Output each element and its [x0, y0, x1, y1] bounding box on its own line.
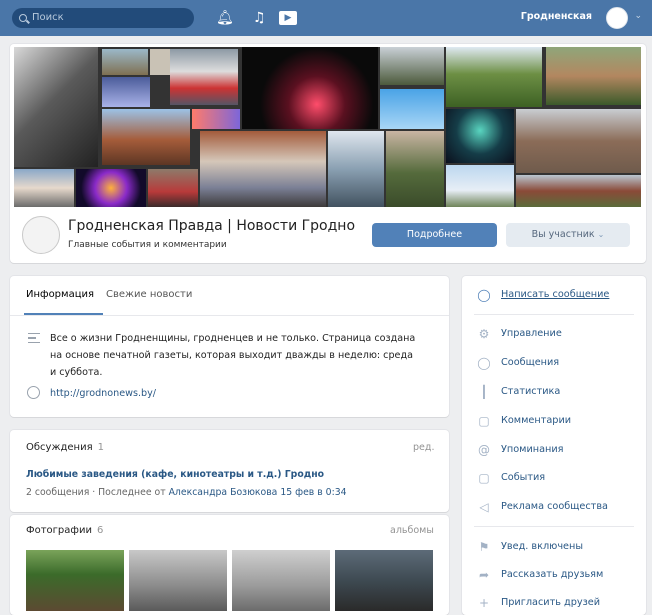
message-icon: ◯: [477, 356, 491, 370]
tab-fresh-news[interactable]: Свежие новости: [106, 289, 192, 300]
edit-link[interactable]: ред.: [413, 442, 434, 453]
search-icon: [19, 14, 27, 22]
group-description: Все о жизни Гродненщины, гродненцев и не…: [50, 333, 416, 378]
sidebar-item-label: Упоминания: [501, 444, 564, 455]
albums-link[interactable]: альбомы: [390, 525, 434, 536]
active-tab-indicator: [24, 313, 103, 315]
photos-title: Фотографии: [26, 525, 92, 536]
sidebar-item-label: Сообщения: [501, 357, 560, 368]
megaphone-icon: ◁: [479, 500, 489, 514]
sidebar-item-label: Комментарии: [501, 415, 572, 426]
sidebar-item-label: События: [501, 472, 546, 483]
at-icon: @: [478, 443, 490, 457]
photo-thumbnail[interactable]: [26, 550, 124, 611]
search-input[interactable]: Поиск: [12, 8, 194, 28]
sidebar-item-label: Управление: [501, 328, 562, 339]
sidebar-item-label: Реклама сообщества: [501, 501, 608, 512]
tab-info[interactable]: Информация: [26, 289, 94, 300]
photos-header[interactable]: Фотографии 6: [26, 525, 103, 536]
music-icon[interactable]: ♫: [253, 10, 266, 26]
description-icon: [28, 333, 40, 343]
cover-image: [14, 47, 641, 207]
sidebar-item-label: Пригласить друзей: [501, 597, 600, 608]
sidebar-item-label: Рассказать друзьям: [501, 569, 604, 580]
photo-thumbnail[interactable]: [335, 550, 433, 611]
member-button-label: Вы участник: [531, 229, 595, 240]
chevron-down-icon: ⌄: [597, 230, 605, 239]
topic-last-author[interactable]: Александра Бозюкова 15 фев в 0:34: [169, 487, 347, 498]
bell-icon: ⚑: [478, 540, 490, 554]
website-link[interactable]: http://grodnonews.by/: [50, 388, 156, 399]
discussions-count: 1: [97, 442, 104, 453]
events-icon: ▢: [478, 471, 490, 485]
photo-thumbnail[interactable]: [232, 550, 330, 611]
gear-icon: ⚙: [478, 327, 490, 341]
chevron-down-icon[interactable]: ⌄: [634, 11, 642, 21]
stats-icon: ┃: [480, 385, 488, 399]
avatar[interactable]: [606, 7, 628, 29]
group-title: Гродненская Правда | Новости Гродно: [68, 218, 356, 234]
topic-title[interactable]: Любимые заведения (кафе, кинотеатры и т.…: [26, 469, 324, 480]
photo-thumbnail[interactable]: [129, 550, 227, 611]
sidebar-item-label: Статистика: [501, 386, 561, 397]
photos-count: 6: [96, 525, 104, 536]
add-user-icon: +: [478, 596, 490, 610]
comment-icon: ▢: [478, 414, 490, 428]
share-icon: ➦: [478, 568, 490, 582]
sidebar-item-label: Увед. включены: [501, 541, 584, 552]
top-bar: Поиск 🔔︎ ♫ ▶ Гродненская ⌄: [0, 0, 652, 36]
divider: [474, 314, 634, 315]
write-message-label: Написать сообщение: [501, 289, 610, 300]
member-button[interactable]: Вы участник ⌄: [506, 223, 630, 247]
topic-posts: 2 сообщения: [26, 487, 90, 498]
topic-meta: 2 сообщения · Последнее от Александра Бо…: [26, 487, 347, 498]
chat-icon: ◯: [477, 288, 491, 302]
globe-icon: [27, 386, 40, 399]
topic-last-prefix: · Последнее от: [89, 487, 169, 498]
video-icon[interactable]: ▶: [279, 11, 297, 25]
divider: [474, 526, 634, 527]
search-placeholder: Поиск: [32, 12, 64, 23]
user-name[interactable]: Гродненская: [521, 11, 592, 22]
discussions-header[interactable]: Обсуждения 1: [26, 442, 104, 453]
more-button[interactable]: Подробнее: [372, 223, 497, 247]
group-avatar[interactable]: [22, 216, 60, 254]
info-tabs: Информация Свежие новости: [10, 276, 449, 316]
group-subtitle: Главные события и комментарии: [68, 240, 227, 250]
discussions-title: Обсуждения: [26, 442, 93, 453]
bell-icon[interactable]: 🔔︎: [216, 10, 234, 26]
